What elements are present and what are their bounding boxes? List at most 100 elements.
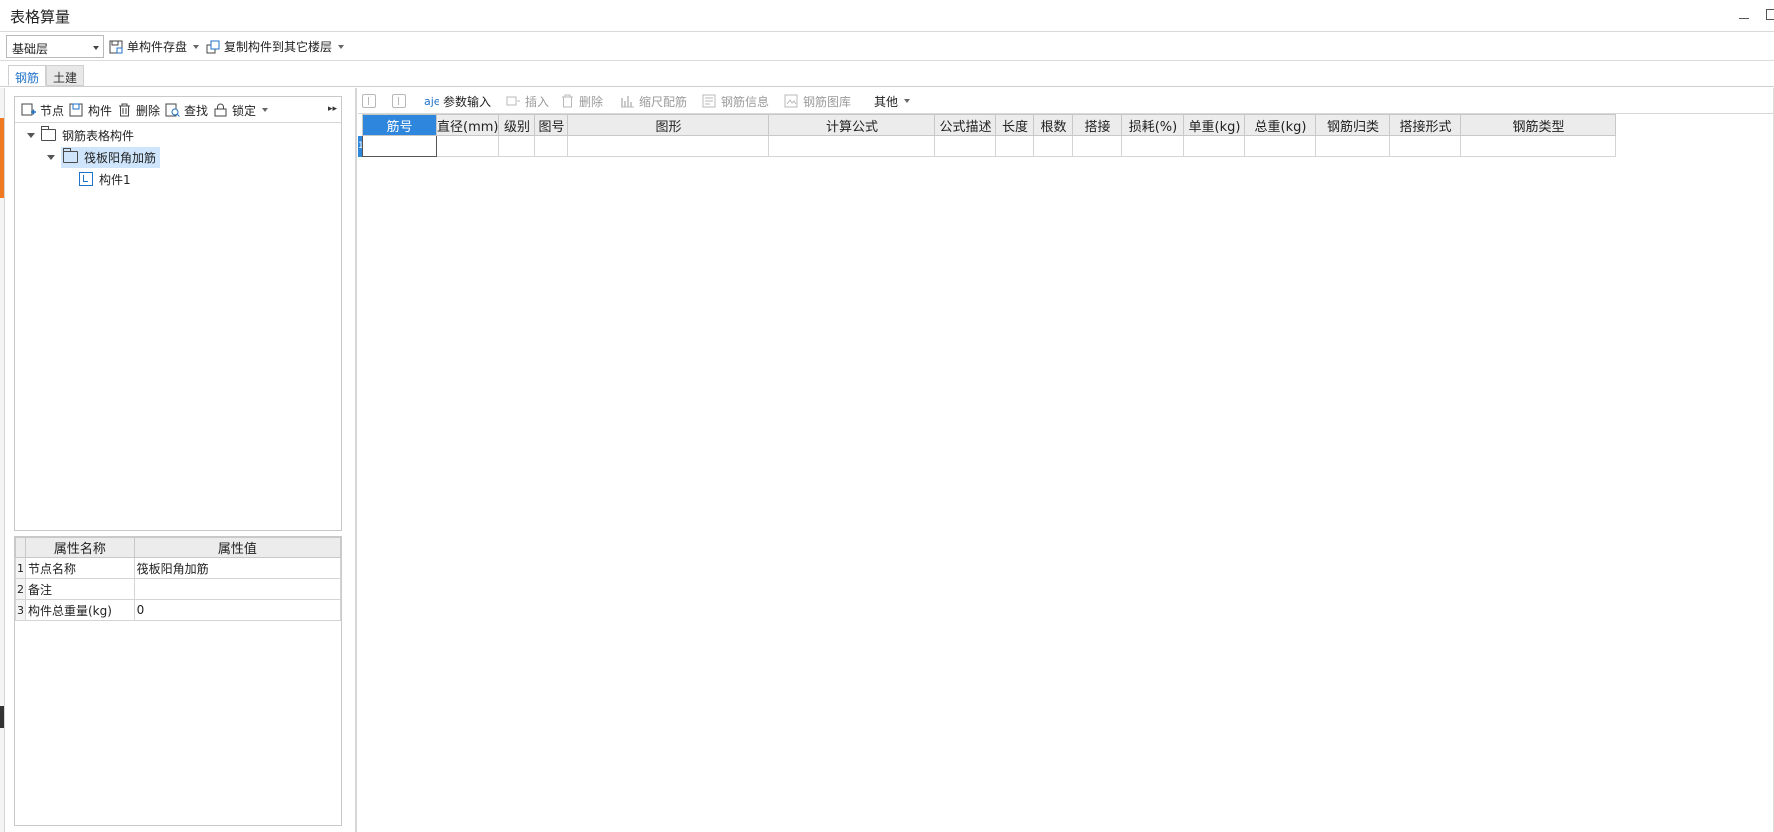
- rebar-library-button[interactable]: 钢筋图库: [784, 93, 851, 109]
- add-component-button[interactable]: 构件: [69, 102, 112, 118]
- property-row[interactable]: 3 构件总重量(kg) 0: [15, 599, 342, 621]
- grid-cell[interactable]: [768, 135, 936, 157]
- save-component-button[interactable]: 单构件存盘: [109, 37, 200, 56]
- column-header[interactable]: 损耗(%): [1121, 114, 1185, 136]
- maximize-button[interactable]: [1766, 9, 1774, 20]
- property-row[interactable]: 1 节点名称 筏板阳角加筋: [15, 557, 342, 579]
- property-table: 属性名称 属性值 1 节点名称 筏板阳角加筋 2 备注 3 构件总重量(kg) …: [15, 537, 342, 621]
- side-dock-tab[interactable]: [0, 706, 4, 728]
- arrow-up-icon: [362, 94, 376, 108]
- copy-to-floor-label: 复制构件到其它楼层: [224, 40, 333, 54]
- selected-node-highlight[interactable]: 筏板阳角加筋: [61, 146, 161, 168]
- rebar-info-button[interactable]: 钢筋信息: [702, 93, 769, 109]
- panel-splitter[interactable]: [355, 88, 357, 832]
- column-header[interactable]: 总重(kg): [1244, 114, 1317, 136]
- floor-select[interactable]: 基础层: [6, 35, 104, 58]
- add-node-label: 节点: [40, 103, 65, 118]
- column-header[interactable]: 计算公式: [768, 114, 936, 136]
- column-header[interactable]: 级别: [498, 114, 536, 136]
- rebar-grid: 筋号 直径(mm) 级别 图号 图形 计算公式 公式描述 长度 根数 搭接 损耗…: [362, 114, 1617, 157]
- grid-cell[interactable]: [1121, 135, 1185, 157]
- find-button[interactable]: 查找: [165, 102, 208, 118]
- expand-caret-icon[interactable]: [47, 154, 55, 160]
- property-header-row: 属性名称 属性值: [15, 537, 342, 558]
- grid-cell[interactable]: [1315, 135, 1391, 157]
- expand-caret-icon[interactable]: [27, 132, 35, 138]
- column-header[interactable]: 钢筋归类: [1315, 114, 1391, 136]
- column-header[interactable]: 图号: [534, 114, 569, 136]
- copy-to-floor-button[interactable]: 复制构件到其它楼层: [206, 37, 345, 56]
- grid-delete-button[interactable]: 删除: [560, 93, 603, 109]
- column-header[interactable]: 直径(mm): [435, 114, 500, 136]
- scale-rebar-button[interactable]: 缩尺配筋: [620, 93, 687, 109]
- move-down-button[interactable]: [392, 93, 406, 109]
- scale-rebar-label: 缩尺配筋: [639, 94, 688, 109]
- tree-node-component[interactable]: 构件1: [79, 169, 131, 189]
- property-row[interactable]: 2 备注: [15, 578, 342, 600]
- grid-cell[interactable]: [1244, 135, 1317, 157]
- grid-cell[interactable]: [1072, 135, 1123, 157]
- delete-label: 删除: [136, 103, 161, 118]
- grid-cell[interactable]: [435, 135, 500, 157]
- lock-button[interactable]: 锁定: [213, 102, 269, 118]
- dropdown-arrow-icon: [193, 44, 200, 49]
- other-menu-button[interactable]: 其他: [874, 93, 911, 109]
- arrow-down-icon: [392, 94, 406, 108]
- column-header[interactable]: 长度: [995, 114, 1035, 136]
- grid-cell[interactable]: [1460, 135, 1617, 157]
- floor-select-value: 基础层: [12, 42, 49, 56]
- minimize-button[interactable]: [1735, 6, 1753, 24]
- dropdown-arrow-icon: [262, 108, 269, 112]
- property-value[interactable]: [133, 578, 342, 600]
- param-input-button[interactable]: aje 参数输入: [424, 93, 491, 109]
- grid-header-row: 筋号 直径(mm) 级别 图号 图形 计算公式 公式描述 长度 根数 搭接 损耗…: [362, 114, 1617, 136]
- grid-row[interactable]: [362, 135, 1617, 157]
- column-header[interactable]: 根数: [1033, 114, 1074, 136]
- column-header[interactable]: 搭接形式: [1389, 114, 1462, 136]
- component-icon: [69, 103, 84, 117]
- column-header[interactable]: 图形: [567, 114, 770, 136]
- title-bar: 表格算量: [0, 0, 1774, 32]
- column-header[interactable]: 筋号: [362, 114, 437, 136]
- grid-cell[interactable]: [1183, 135, 1246, 157]
- column-header[interactable]: 单重(kg): [1183, 114, 1246, 136]
- tree-node-label: 构件1: [99, 172, 131, 187]
- property-value[interactable]: 筏板阳角加筋: [133, 557, 342, 579]
- grid-cell[interactable]: [1389, 135, 1462, 157]
- column-header[interactable]: 搭接: [1072, 114, 1123, 136]
- save-component-label: 单构件存盘: [127, 40, 188, 54]
- tree-node-root[interactable]: 钢筋表格构件: [27, 125, 134, 145]
- info-list-icon: [702, 94, 717, 108]
- column-header[interactable]: 钢筋类型: [1460, 114, 1617, 136]
- grid-cell[interactable]: [995, 135, 1035, 157]
- add-node-button[interactable]: 节点: [21, 102, 64, 118]
- tree-node-selected[interactable]: 筏板阳角加筋: [47, 146, 161, 168]
- move-up-button[interactable]: [362, 93, 376, 109]
- bar-chart-icon: [620, 94, 635, 108]
- row-index: 2: [15, 578, 26, 600]
- property-name: 构件总重量(kg): [24, 599, 135, 621]
- tab-civil[interactable]: 土建: [46, 65, 85, 86]
- property-value[interactable]: 0: [133, 599, 342, 621]
- grid-cell[interactable]: [498, 135, 536, 157]
- column-header: 属性名称: [24, 537, 135, 558]
- column-header[interactable]: 公式描述: [934, 114, 997, 136]
- delete-button[interactable]: 删除: [117, 102, 160, 118]
- trash-icon: [560, 94, 575, 108]
- tab-rebar[interactable]: 钢筋: [8, 65, 47, 86]
- main-toolbar: 基础层 单构件存盘 复制构件到其它楼层: [0, 32, 1774, 61]
- svg-text:aje: aje: [424, 95, 439, 108]
- grid-cell[interactable]: [534, 135, 569, 157]
- grid-cell-current[interactable]: [362, 135, 437, 157]
- insert-button[interactable]: 插入: [506, 93, 549, 109]
- grid-cell[interactable]: [1033, 135, 1074, 157]
- add-node-icon: [21, 103, 36, 117]
- dropdown-arrow-icon: [338, 44, 345, 49]
- dropdown-arrow-icon: [904, 99, 911, 103]
- grid-cell[interactable]: [567, 135, 770, 157]
- side-dock-tab[interactable]: [0, 118, 4, 198]
- more-tools-icon[interactable]: ▸▸: [328, 104, 337, 114]
- lock-icon: [213, 103, 228, 117]
- grid-toolbar: aje 参数输入 插入 删除 缩尺配筋 钢筋信息 钢筋图库 其他: [358, 88, 1774, 114]
- grid-cell[interactable]: [934, 135, 997, 157]
